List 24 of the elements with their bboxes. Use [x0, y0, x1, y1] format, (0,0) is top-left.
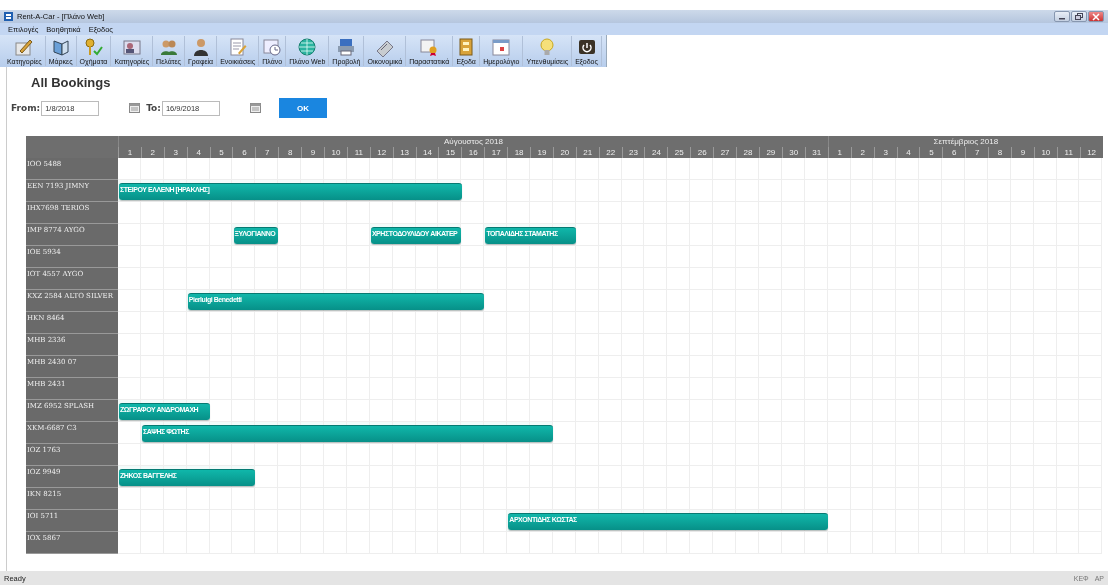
minimize-button[interactable] — [1054, 11, 1070, 22]
month-header: Αύγουστος 2018 — [118, 136, 828, 147]
notebook-icon — [50, 37, 71, 57]
close-button[interactable] — [1088, 11, 1104, 22]
restore-button[interactable] — [1071, 11, 1087, 22]
pencil-icon — [14, 37, 35, 57]
calendar-icon[interactable] — [129, 103, 141, 113]
globe-icon — [297, 37, 318, 57]
restore-icon — [1075, 13, 1083, 20]
page-title: All Bookings — [31, 75, 112, 90]
month-header: Σεπτέμβριος 2018 — [827, 136, 1103, 147]
close-icon — [1092, 12, 1100, 21]
document-icon — [227, 37, 248, 57]
app-icon — [4, 12, 13, 21]
clock-icon — [262, 37, 283, 57]
to-label: To: — [146, 103, 161, 113]
key-icon — [83, 37, 104, 57]
contact-card-icon — [121, 37, 142, 57]
ok-button[interactable]: OK — [278, 98, 327, 118]
calendar-icon — [491, 37, 512, 57]
calendar-icon[interactable] — [249, 103, 261, 113]
from-label: From: — [11, 103, 41, 113]
printer-icon — [336, 37, 357, 57]
power-icon — [576, 37, 597, 57]
